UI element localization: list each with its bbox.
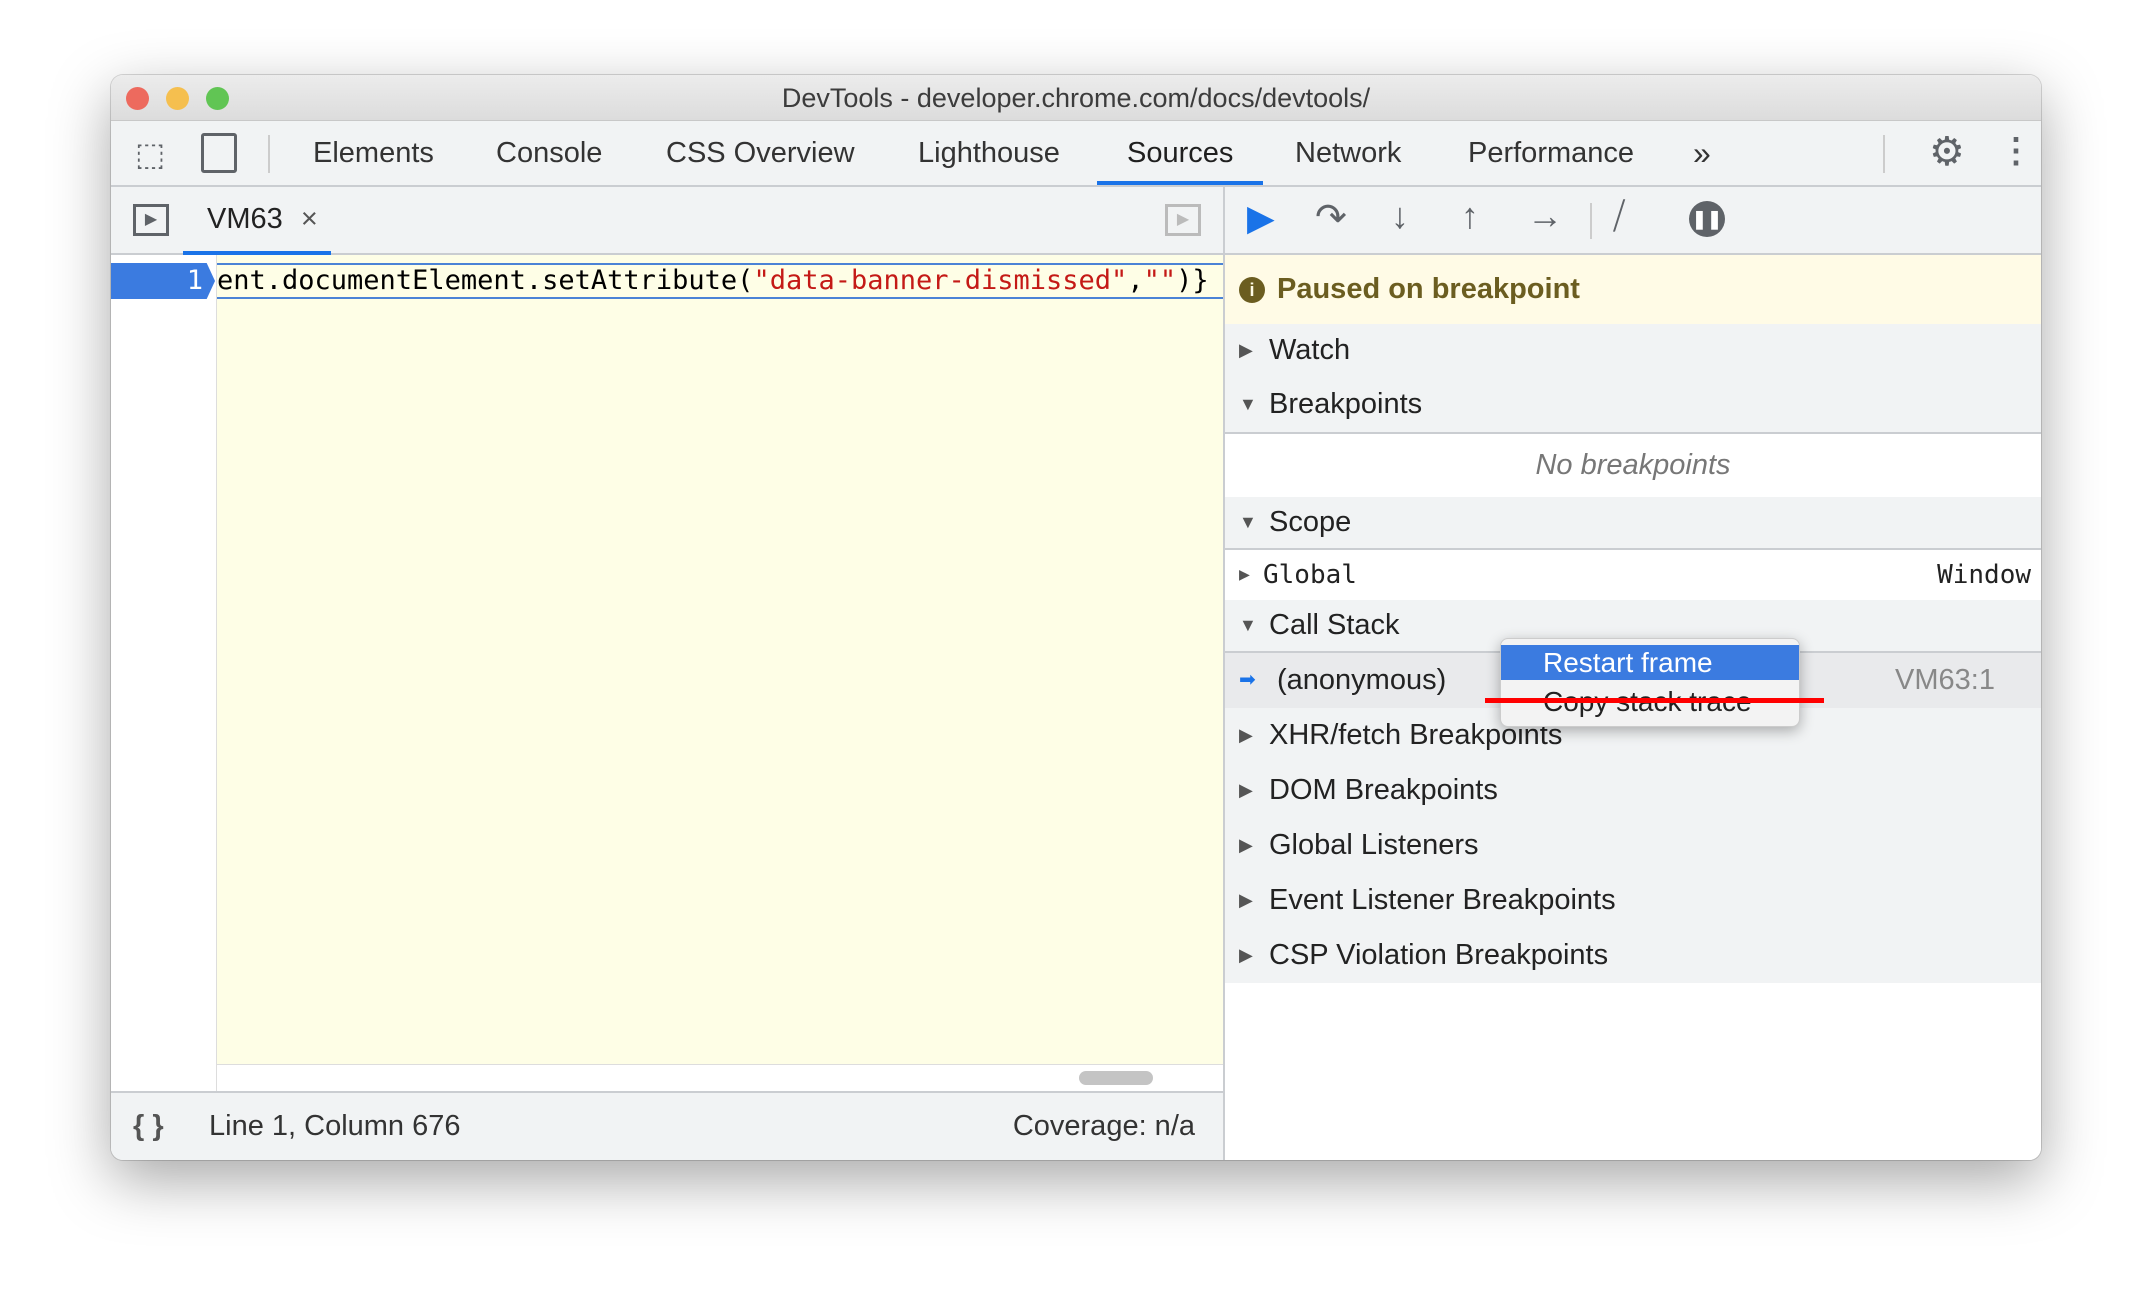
step-into-icon[interactable]: ↓ xyxy=(1391,195,1409,237)
expand-icon: ▶ xyxy=(1239,890,1253,910)
section-dom-breakpoints[interactable]: ▶ DOM Breakpoints xyxy=(1225,763,2041,818)
divider xyxy=(268,135,270,173)
section-label: Scope xyxy=(1269,506,1352,538)
tab-css-overview[interactable]: CSS Overview xyxy=(666,121,855,185)
cursor-position: Line 1, Column 676 xyxy=(209,1110,461,1142)
scrollbar-thumb[interactable] xyxy=(1079,1071,1153,1085)
file-tab-vm63[interactable]: VM63 × xyxy=(183,187,331,255)
code-editor[interactable]: ent.documentElement.setAttribute("data-b… xyxy=(217,255,1223,1064)
device-toolbar-icon[interactable] xyxy=(201,133,237,173)
tab-sources[interactable]: Sources xyxy=(1097,121,1264,185)
tab-network[interactable]: Network xyxy=(1295,121,1401,185)
resume-icon[interactable]: ▶ xyxy=(1247,197,1275,239)
paused-banner: i Paused on breakpoint xyxy=(1225,255,2041,324)
code-string: "" xyxy=(1143,265,1177,296)
toggle-navigator-icon[interactable]: ▶ xyxy=(133,204,169,236)
menu-item-restart-frame[interactable]: Restart frame xyxy=(1501,645,1799,680)
close-window-button[interactable] xyxy=(126,87,149,110)
section-watch[interactable]: ▶ Watch xyxy=(1225,324,2041,377)
editor-pane: ▶ VM63 × ▶ ent.documentElement.setAttrib… xyxy=(111,187,1223,1160)
section-label: Call Stack xyxy=(1269,609,1400,641)
section-label: DOM Breakpoints xyxy=(1269,774,1498,806)
divider xyxy=(1590,203,1592,239)
deactivate-breakpoints-icon[interactable]: ⧸ xyxy=(1613,195,1625,238)
section-scope[interactable]: ▼ Scope xyxy=(1225,497,2041,550)
code-text: )} xyxy=(1176,265,1209,296)
divider xyxy=(1883,135,1885,173)
scope-name: Global xyxy=(1263,560,1357,590)
coverage-status: Coverage: n/a xyxy=(1012,1110,1195,1142)
debugger-toolbar: ▶ ↷ ↓ ↑ → ⧸ ❚❚ xyxy=(1225,187,2041,255)
gear-icon[interactable]: ⚙ xyxy=(1929,129,1965,175)
tab-elements[interactable]: Elements xyxy=(313,121,434,185)
more-tabs-icon[interactable]: » xyxy=(1693,121,1711,185)
tab-performance[interactable]: Performance xyxy=(1468,121,1634,185)
tab-console[interactable]: Console xyxy=(496,121,602,185)
collapse-icon: ▼ xyxy=(1239,615,1257,635)
close-icon[interactable]: × xyxy=(301,203,318,235)
frame-name: (anonymous) xyxy=(1277,664,1447,696)
expand-icon: ▶ xyxy=(1239,780,1253,800)
pretty-print-icon[interactable]: { } xyxy=(133,1093,164,1160)
paused-message: Paused on breakpoint xyxy=(1277,273,1580,305)
collapse-icon: ▼ xyxy=(1239,394,1257,414)
step-over-icon[interactable]: ↷ xyxy=(1315,195,1347,240)
expand-icon: ▶ xyxy=(1239,340,1253,360)
section-global-listeners[interactable]: ▶ Global Listeners xyxy=(1225,818,2041,873)
annotation-red-line xyxy=(1485,698,1824,703)
section-csp-violation-breakpoints[interactable]: ▶ CSP Violation Breakpoints xyxy=(1225,928,2041,983)
title-bar: DevTools - developer.chrome.com/docs/dev… xyxy=(111,75,2041,121)
status-bar: { } Line 1, Column 676 Coverage: n/a xyxy=(111,1091,1223,1160)
section-label: CSP Violation Breakpoints xyxy=(1269,939,1609,971)
toggle-debugger-icon[interactable]: ▶ xyxy=(1165,204,1201,236)
file-tab-bar: ▶ VM63 × ▶ xyxy=(111,187,1223,255)
more-options-icon[interactable]: ⋮ xyxy=(1999,131,2033,171)
line-gutter xyxy=(111,255,217,1091)
scope-value: Window xyxy=(1937,560,2031,590)
devtools-window: DevTools - developer.chrome.com/docs/dev… xyxy=(111,75,2041,1160)
code-text: ent.documentElement.setAttribute( xyxy=(217,265,754,296)
step-icon[interactable]: → xyxy=(1527,195,1563,237)
horizontal-scrollbar[interactable] xyxy=(217,1064,1223,1091)
section-label: Watch xyxy=(1269,334,1351,366)
expand-icon: ▶ xyxy=(1239,945,1253,965)
code-string: "data-banner-dismissed" xyxy=(753,265,1128,296)
section-label: Breakpoints xyxy=(1269,388,1423,420)
section-event-listener-breakpoints[interactable]: ▶ Event Listener Breakpoints xyxy=(1225,873,2041,928)
code-text: , xyxy=(1127,265,1144,296)
inspect-element-icon[interactable]: ⬚ xyxy=(135,135,165,173)
expand-icon: ▶ xyxy=(1239,835,1253,855)
pause-on-exceptions-icon[interactable]: ❚❚ xyxy=(1689,201,1725,237)
tab-lighthouse[interactable]: Lighthouse xyxy=(918,121,1060,185)
info-icon: i xyxy=(1239,277,1265,303)
expand-icon: ▶ xyxy=(1239,725,1253,745)
collapse-icon: ▼ xyxy=(1239,512,1257,532)
file-tab-label: VM63 xyxy=(207,203,283,235)
section-breakpoints[interactable]: ▼ Breakpoints xyxy=(1225,377,2041,434)
frame-location[interactable]: VM63:1 xyxy=(1895,653,1995,708)
expand-icon: ▶ xyxy=(1239,564,1250,585)
no-breakpoints-message: No breakpoints xyxy=(1225,434,2041,497)
step-out-icon[interactable]: ↑ xyxy=(1461,195,1479,237)
window-title: DevTools - developer.chrome.com/docs/dev… xyxy=(781,83,1371,113)
breakpoint-line-number[interactable]: 1 xyxy=(111,263,215,299)
context-menu: Restart frame Copy stack trace xyxy=(1500,638,1800,727)
current-frame-arrow-icon: ➡ xyxy=(1239,669,1256,691)
zoom-window-button[interactable] xyxy=(206,87,229,110)
main-tab-bar: ⬚ Elements Console CSS Overview Lighthou… xyxy=(111,121,2041,187)
section-label: Global Listeners xyxy=(1269,829,1479,861)
code-line-1[interactable]: ent.documentElement.setAttribute("data-b… xyxy=(217,263,1223,299)
minimize-window-button[interactable] xyxy=(166,87,189,110)
scope-global[interactable]: ▶ Global Window xyxy=(1225,550,2041,600)
section-label: Event Listener Breakpoints xyxy=(1269,884,1616,916)
